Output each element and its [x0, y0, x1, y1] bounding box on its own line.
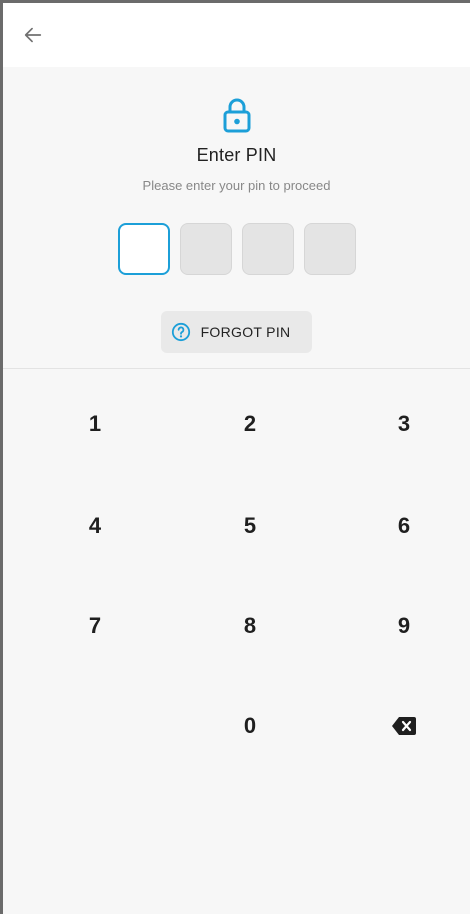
backspace-icon: [392, 717, 416, 735]
pin-digit-1[interactable]: [117, 223, 170, 275]
backspace-button[interactable]: [354, 696, 454, 756]
key-7[interactable]: 7: [45, 596, 145, 656]
forgot-pin-label: FORGOT PIN: [200, 324, 291, 340]
arrow-left-icon: [24, 27, 42, 43]
key-2[interactable]: 2: [200, 394, 300, 454]
pin-input-group: [117, 223, 356, 275]
key-1[interactable]: 1: [45, 394, 145, 454]
page-subtitle: Please enter your pin to proceed: [142, 178, 331, 193]
key-5[interactable]: 5: [200, 496, 300, 556]
question-circle-icon: [171, 322, 190, 342]
pin-digit-4[interactable]: [303, 223, 356, 275]
app-bar: [3, 3, 470, 67]
pin-digit-2[interactable]: [179, 223, 232, 275]
screen: Enter PIN Please enter your pin to proce…: [0, 0, 470, 914]
key-0[interactable]: 0: [200, 696, 300, 756]
key-6[interactable]: 6: [354, 496, 454, 556]
key-8[interactable]: 8: [200, 596, 300, 656]
key-4[interactable]: 4: [45, 496, 145, 556]
key-9[interactable]: 9: [354, 596, 454, 656]
pin-digit-3[interactable]: [241, 223, 294, 275]
back-button[interactable]: [5, 7, 61, 63]
pin-entry-section: Enter PIN Please enter your pin to proce…: [3, 67, 470, 353]
numeric-keypad: 1 2 3 4 5 6 7 8 9 0: [3, 369, 470, 789]
key-3[interactable]: 3: [354, 394, 454, 454]
forgot-pin-button[interactable]: FORGOT PIN: [160, 311, 313, 353]
lock-icon: [223, 98, 250, 133]
page-title: Enter PIN: [196, 145, 277, 165]
